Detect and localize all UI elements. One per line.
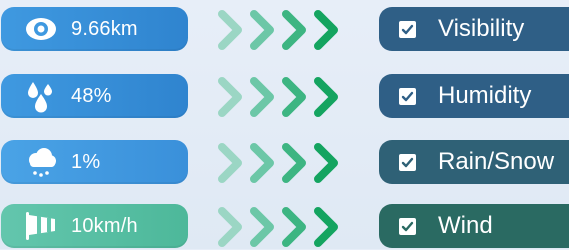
label-text: Wind xyxy=(438,212,493,239)
metric-row-rain-snow: 1% Rain/Snow xyxy=(0,140,569,186)
checkbox-icon[interactable] xyxy=(399,20,416,38)
label-tag[interactable]: Visibility xyxy=(379,7,569,51)
metric-row-wind: 10km/h Wind xyxy=(0,204,569,250)
label-tag[interactable]: Humidity xyxy=(379,74,569,118)
eye-icon xyxy=(21,9,61,49)
chevron-arrows-icon xyxy=(218,143,338,183)
windsock-icon xyxy=(21,206,61,246)
value-text: 9.66km xyxy=(71,17,138,40)
rain-cloud-icon xyxy=(21,142,61,182)
label-text: Visibility xyxy=(438,15,525,42)
water-drops-icon xyxy=(21,76,61,116)
value-pill[interactable]: 10km/h xyxy=(1,204,188,248)
metric-row-humidity: 48% Humidity xyxy=(0,74,569,120)
value-text: 48% xyxy=(71,84,112,107)
chevron-arrows-icon xyxy=(218,207,338,247)
value-pill[interactable]: 1% xyxy=(1,140,188,184)
checkbox-icon[interactable] xyxy=(399,217,416,235)
chevron-arrows-icon xyxy=(218,10,338,50)
label-text: Rain/Snow xyxy=(438,148,555,175)
label-tag[interactable]: Wind xyxy=(379,204,569,248)
chevron-arrows-icon xyxy=(218,77,338,117)
checkbox-icon[interactable] xyxy=(399,153,416,171)
value-pill[interactable]: 48% xyxy=(1,74,188,118)
value-text: 10km/h xyxy=(71,214,138,237)
label-tag[interactable]: Rain/Snow xyxy=(379,140,569,184)
metric-row-visibility: 9.66km Visibility xyxy=(0,7,569,53)
value-text: 1% xyxy=(71,150,101,173)
checkbox-icon[interactable] xyxy=(399,87,416,105)
value-pill[interactable]: 9.66km xyxy=(1,7,188,51)
label-text: Humidity xyxy=(438,82,532,109)
